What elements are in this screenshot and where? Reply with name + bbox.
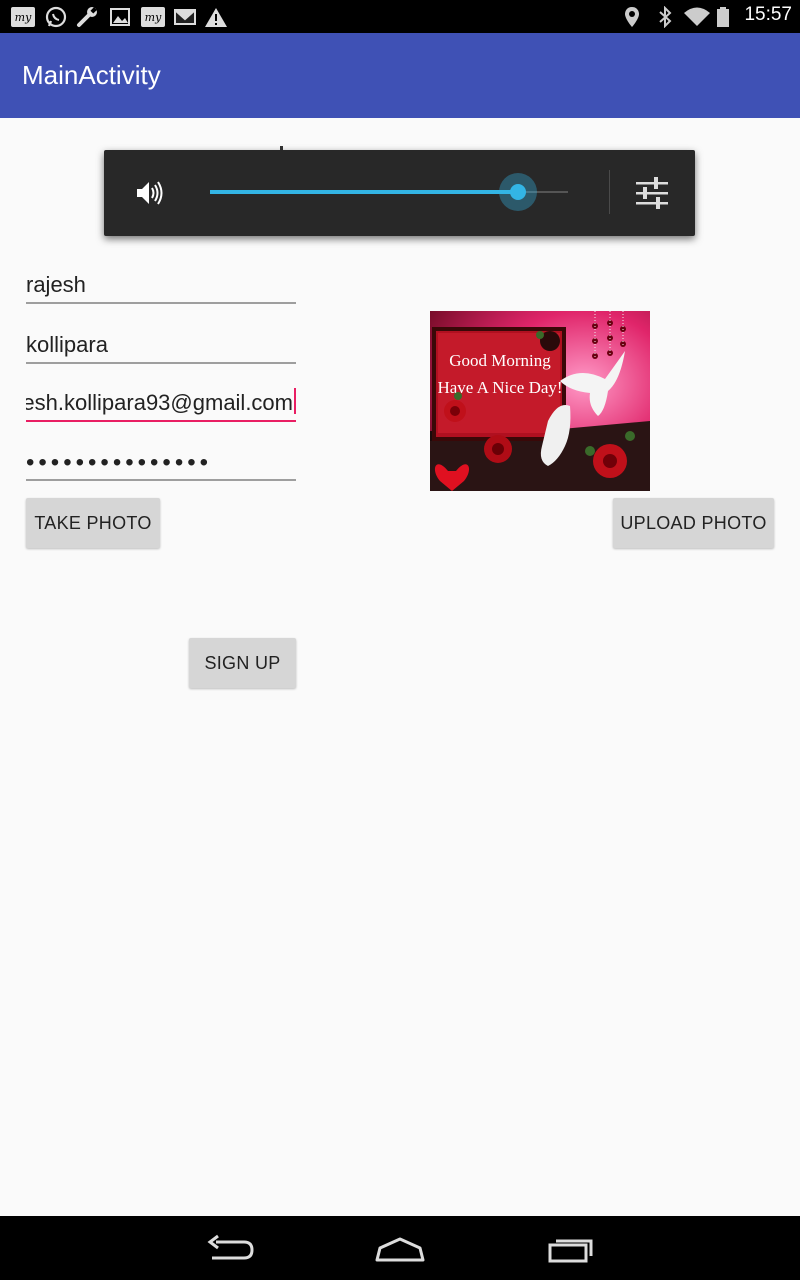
take-photo-button[interactable]: TAKE PHOTO	[26, 498, 160, 548]
app-bar: MainActivity	[0, 33, 800, 118]
status-time: 15:57	[744, 4, 792, 25]
myntra-icon: my	[141, 7, 165, 27]
email-field[interactable]: rajesh.kollipara93@gmail.com	[26, 372, 296, 422]
sound-settings-icon[interactable]	[634, 176, 670, 210]
image-icon	[110, 8, 130, 26]
svg-text:my: my	[145, 11, 162, 24]
email-value-wrap: rajesh.kollipara93@gmail.com	[26, 388, 296, 416]
email-value: rajesh.kollipara93@gmail.com	[26, 390, 293, 415]
sign-up-button[interactable]: SIGN UP	[189, 638, 296, 688]
last-name-value: kollipara	[26, 332, 108, 357]
field-underline	[26, 302, 296, 304]
myntra-icon: my	[11, 7, 35, 27]
field-underline	[26, 362, 296, 364]
password-field[interactable]: •••••••••••••••	[26, 431, 296, 481]
field-underline-focused	[26, 420, 296, 422]
photo-caption-1: Good Morning	[449, 351, 551, 370]
speaker-icon[interactable]	[134, 178, 164, 208]
whatsapp-icon	[45, 6, 67, 28]
wrench-icon	[77, 7, 97, 27]
home-icon[interactable]	[370, 1226, 430, 1270]
volume-slider-thumb[interactable]	[509, 184, 526, 200]
text-cursor	[294, 388, 296, 414]
wifi-icon	[684, 7, 710, 26]
battery-icon	[717, 7, 729, 27]
volume-panel	[104, 150, 695, 236]
profile-photo: Good Morning Have A Nice Day!	[430, 311, 650, 491]
warning-icon	[205, 8, 227, 27]
last-name-field[interactable]: kollipara	[26, 314, 296, 364]
navigation-bar	[0, 1216, 800, 1280]
gmail-icon	[174, 9, 196, 25]
upload-photo-button[interactable]: UPLOAD PHOTO	[613, 498, 774, 548]
password-value: •••••••••••••••	[26, 449, 213, 476]
field-underline	[26, 479, 296, 481]
volume-track-fill	[210, 190, 518, 194]
volume-divider	[609, 170, 610, 214]
recent-apps-icon[interactable]	[540, 1226, 600, 1270]
back-icon[interactable]	[200, 1226, 260, 1270]
app-title: MainActivity	[22, 60, 161, 90]
first-name-value: rajesh	[26, 272, 86, 297]
location-icon	[625, 7, 639, 27]
svg-text:my: my	[15, 11, 32, 24]
first-name-field[interactable]: rajesh	[26, 254, 296, 304]
bluetooth-icon	[659, 6, 672, 28]
status-bar: my my 15:57	[0, 0, 800, 33]
